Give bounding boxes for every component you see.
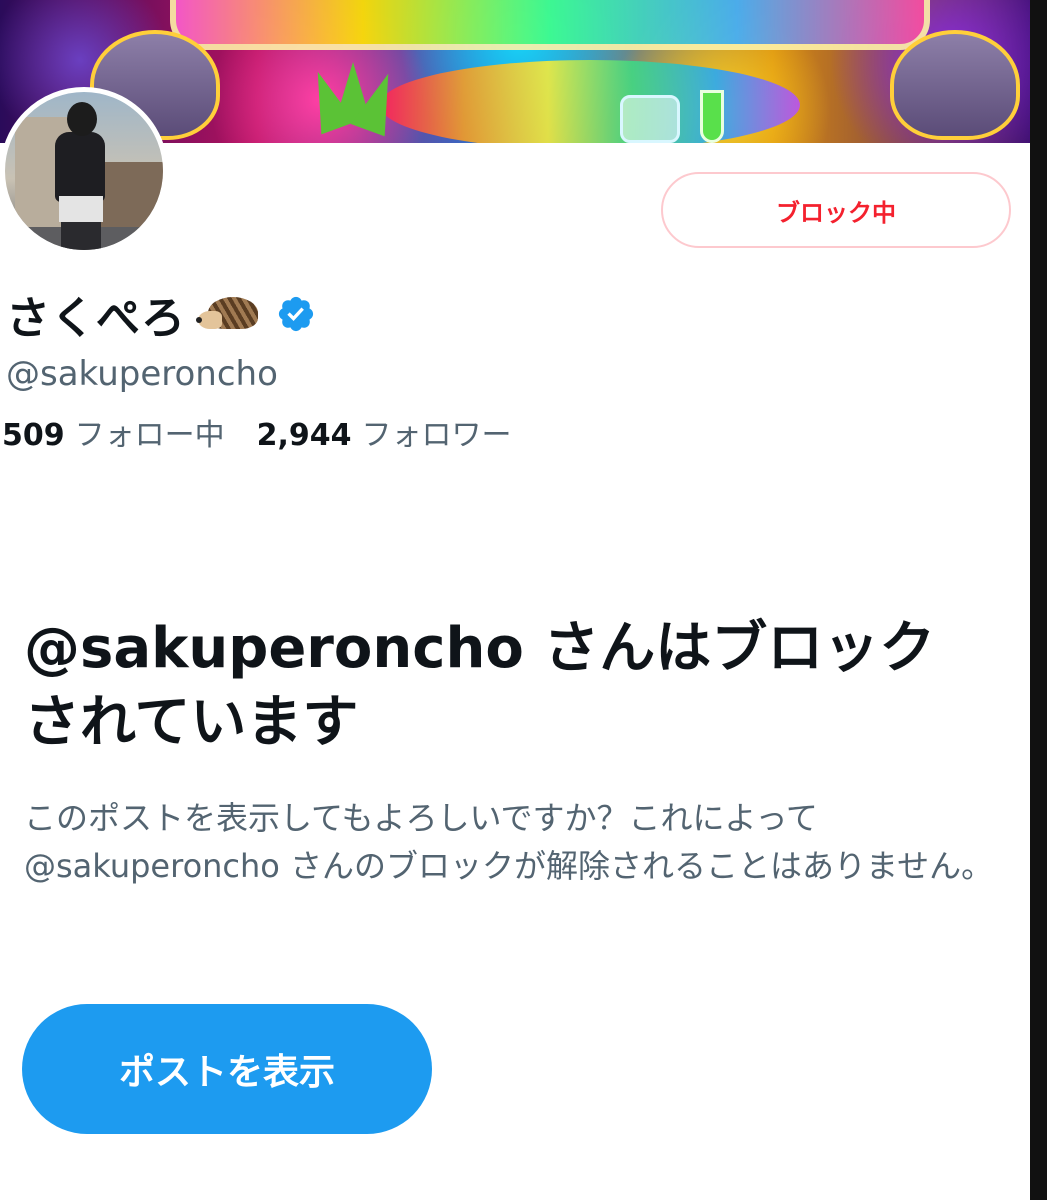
profile-name-row: さくぺろ bbox=[6, 282, 316, 346]
banner-test-tube bbox=[700, 90, 724, 143]
profile-banner-image[interactable] bbox=[0, 0, 1030, 143]
view-posts-button[interactable]: ポストを表示 bbox=[22, 1004, 432, 1134]
follow-stats: 509 フォロー中 2,944 フォロワー bbox=[2, 410, 512, 454]
screen-edge bbox=[1030, 0, 1047, 1200]
avatar-person-head bbox=[67, 102, 97, 136]
banner-jar bbox=[620, 95, 680, 143]
following-label: フォロー中 bbox=[74, 418, 225, 453]
profile-page: ブロック中 さくぺろ @sakuperoncho 509 フォロー中 2,944… bbox=[0, 0, 1047, 1200]
avatar[interactable] bbox=[0, 87, 168, 255]
followers-count: 2,944 bbox=[256, 418, 352, 453]
banner-title-artwork bbox=[170, 0, 930, 50]
hedgehog-icon bbox=[196, 297, 260, 331]
followers-link[interactable]: 2,944 フォロワー bbox=[257, 410, 512, 454]
blocked-notice-title: @sakuperoncho さんはブロックされています bbox=[24, 616, 936, 755]
following-count: 509 bbox=[2, 418, 65, 453]
profile-handle: @sakuperoncho bbox=[6, 354, 278, 394]
verified-badge-icon[interactable] bbox=[276, 294, 316, 334]
avatar-person-body bbox=[55, 132, 105, 202]
avatar-person-shorts bbox=[59, 196, 103, 222]
banner-rainbow-wave bbox=[380, 60, 800, 143]
display-name: さくぺろ bbox=[6, 293, 186, 344]
blocked-notice-description: このポストを表示してもよろしいですか？これによって @sakuperoncho … bbox=[24, 799, 994, 885]
following-link[interactable]: 509 フォロー中 bbox=[2, 410, 225, 454]
banner-elephant-right bbox=[890, 30, 1020, 140]
blocking-button[interactable]: ブロック中 bbox=[661, 172, 1011, 248]
followers-label: フォロワー bbox=[361, 418, 512, 453]
